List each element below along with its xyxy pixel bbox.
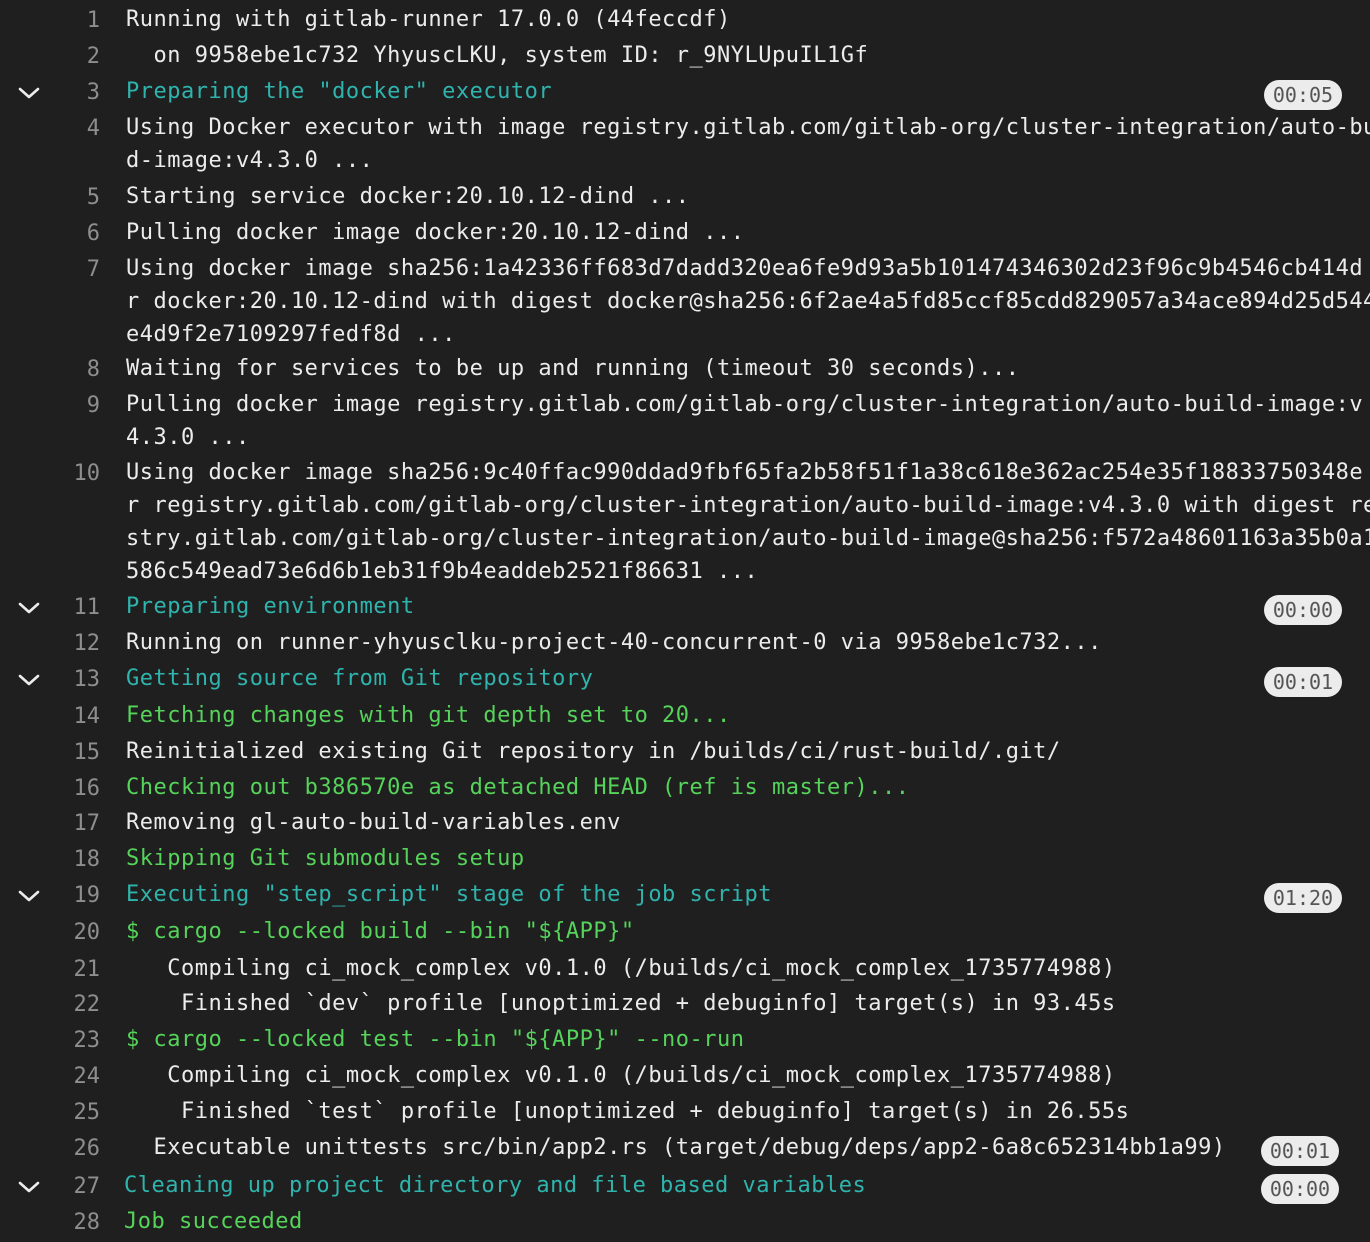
chevron-down-icon[interactable] bbox=[17, 1175, 41, 1199]
log-text: Compiling ci_mock_complex v0.1.0 (/build… bbox=[126, 956, 1116, 981]
duration-badge: 01:20 bbox=[1264, 883, 1342, 913]
chevron-down-icon[interactable] bbox=[17, 81, 41, 105]
line-number[interactable]: 11 bbox=[56, 596, 101, 620]
section-title: Preparing the "docker" executor bbox=[126, 79, 553, 104]
log-line: 4 Using Docker executor with image regist… bbox=[0, 111, 1370, 173]
log-text: Compiling ci_mock_complex v0.1.0 (/build… bbox=[126, 1063, 1116, 1088]
log-text: Reinitialized existing Git repository in… bbox=[126, 739, 1061, 764]
log-text: $ cargo --locked test --bin "${APP}" --n… bbox=[126, 1027, 745, 1052]
chevron-down-icon[interactable] bbox=[17, 884, 41, 908]
line-number[interactable]: 25 bbox=[56, 1101, 101, 1125]
line-number[interactable]: 22 bbox=[56, 993, 101, 1017]
log-text: Job succeeded bbox=[124, 1209, 303, 1234]
duration-badge: 00:01 bbox=[1261, 1136, 1339, 1166]
log-line: 20 $ cargo --locked build --bin "${APP}" bbox=[0, 915, 1370, 951]
duration-badge: 00:00 bbox=[1261, 1174, 1339, 1204]
log-section-header[interactable]: 13 Getting source from Git repository 00:0… bbox=[0, 662, 1370, 698]
log-section-header[interactable]: 19 Executing "step_script" stage of the j… bbox=[0, 878, 1370, 914]
line-number[interactable]: 5 bbox=[56, 186, 100, 210]
log-line: 25 Finished `test` profile [unoptimized … bbox=[0, 1095, 1370, 1131]
line-number[interactable]: 23 bbox=[56, 1029, 101, 1053]
log-section-header[interactable]: 11 Preparing environment 00:00 bbox=[0, 590, 1370, 626]
line-number[interactable]: 2 bbox=[56, 45, 100, 69]
line-number[interactable]: 19 bbox=[56, 884, 101, 908]
line-number[interactable]: 24 bbox=[56, 1065, 101, 1089]
job-log: 1 Running with gitlab-runner 17.0.0 (44fe… bbox=[0, 0, 1370, 1242]
log-line: 21 Compiling ci_mock_complex v0.1.0 (/bu… bbox=[0, 952, 1370, 988]
log-text: Skipping Git submodules setup bbox=[126, 846, 525, 871]
log-section-header[interactable]: 3 Preparing the "docker" executor 00:05 bbox=[0, 75, 1370, 111]
line-number[interactable]: 12 bbox=[56, 632, 101, 656]
line-number[interactable]: 17 bbox=[56, 812, 101, 836]
line-number[interactable]: 4 bbox=[56, 117, 100, 141]
log-text: Using Docker executor with image registr… bbox=[126, 115, 1370, 173]
chevron-down-icon[interactable] bbox=[17, 596, 41, 620]
line-number[interactable]: 8 bbox=[56, 358, 100, 382]
log-line: 15 Reinitialized existing Git repository … bbox=[0, 735, 1370, 771]
log-text: Waiting for services to be up and runnin… bbox=[126, 356, 1020, 381]
log-text: Running on runner-yhyusclku-project-40-c… bbox=[126, 630, 1102, 655]
log-line: 10 Using docker image sha256:9c40ffac990d… bbox=[0, 456, 1370, 584]
log-text: Starting service docker:20.10.12-dind ..… bbox=[126, 184, 690, 209]
log-line: 6 Pulling docker image docker:20.10.12-di… bbox=[0, 216, 1370, 252]
log-text: Using docker image sha256:1a42336ff683d7… bbox=[126, 256, 1370, 347]
line-number[interactable]: 1 bbox=[56, 9, 100, 33]
log-line: 12 Running on runner-yhyusclku-project-40… bbox=[0, 626, 1370, 662]
log-line: 14 Fetching changes with git depth set to… bbox=[0, 699, 1370, 735]
line-number[interactable]: 18 bbox=[56, 848, 101, 872]
log-line: 28 Job succeeded bbox=[0, 1205, 1370, 1241]
log-line: 23 $ cargo --locked test --bin "${APP}" -… bbox=[0, 1023, 1370, 1059]
line-number[interactable]: 9 bbox=[56, 394, 100, 418]
log-line: 5 Starting service docker:20.10.12-dind .… bbox=[0, 180, 1370, 216]
log-text: Running with gitlab-runner 17.0.0 (44fec… bbox=[126, 7, 731, 32]
log-line: 26 Executable unittests src/bin/app2.rs … bbox=[0, 1131, 1370, 1167]
log-text: $ cargo --locked build --bin "${APP}" bbox=[126, 919, 635, 944]
log-line: 2 on 9958ebe1c732 YhyuscLKU, system ID: … bbox=[0, 39, 1370, 75]
log-section-header[interactable]: 27 Cleaning up project directory and file… bbox=[0, 1169, 1370, 1205]
log-text: Pulling docker image docker:20.10.12-din… bbox=[126, 220, 745, 245]
line-number[interactable]: 6 bbox=[56, 222, 100, 246]
log-text: Finished `dev` profile [unoptimized + de… bbox=[126, 991, 1116, 1016]
log-line: 16 Checking out b386570e as detached HEAD… bbox=[0, 771, 1370, 807]
log-text: Executable unittests src/bin/app2.rs (ta… bbox=[126, 1135, 1226, 1160]
log-text: Pulling docker image registry.gitlab.com… bbox=[126, 392, 1364, 450]
log-line: 1 Running with gitlab-runner 17.0.0 (44fe… bbox=[0, 3, 1370, 39]
line-number[interactable]: 28 bbox=[56, 1211, 101, 1235]
section-title: Getting source from Git repository bbox=[126, 666, 594, 691]
log-line: 24 Compiling ci_mock_complex v0.1.0 (/bu… bbox=[0, 1059, 1370, 1095]
line-number[interactable]: 10 bbox=[56, 462, 101, 486]
log-line: 22 Finished `dev` profile [unoptimized +… bbox=[0, 987, 1370, 1023]
line-number[interactable]: 14 bbox=[56, 705, 101, 729]
section-title: Executing "step_script" stage of the job… bbox=[126, 882, 773, 907]
section-title: Cleaning up project directory and file b… bbox=[124, 1173, 867, 1198]
line-number[interactable]: 15 bbox=[56, 741, 101, 765]
line-number[interactable]: 3 bbox=[56, 81, 100, 105]
log-text: Using docker image sha256:9c40ffac990dda… bbox=[126, 460, 1370, 584]
log-line: 8 Waiting for services to be up and runni… bbox=[0, 352, 1370, 388]
log-text: Checking out b386570e as detached HEAD (… bbox=[126, 775, 910, 800]
duration-badge: 00:00 bbox=[1264, 595, 1342, 625]
line-number[interactable]: 21 bbox=[56, 958, 101, 982]
log-line: 9 Pulling docker image registry.gitlab.co… bbox=[0, 388, 1370, 450]
log-text: on 9958ebe1c732 YhyuscLKU, system ID: r_… bbox=[126, 43, 869, 68]
log-line: 17 Removing gl-auto-build-variables.env bbox=[0, 806, 1370, 842]
log-line: 7 Using docker image sha256:1a42336ff683d… bbox=[0, 252, 1370, 347]
log-text: Removing gl-auto-build-variables.env bbox=[126, 810, 621, 835]
duration-badge: 00:05 bbox=[1264, 80, 1342, 110]
line-number[interactable]: 27 bbox=[56, 1175, 101, 1199]
log-text: Finished `test` profile [unoptimized + d… bbox=[126, 1099, 1130, 1124]
line-number[interactable]: 13 bbox=[56, 668, 101, 692]
log-text: Fetching changes with git depth set to 2… bbox=[126, 703, 731, 728]
line-number[interactable]: 26 bbox=[56, 1137, 101, 1161]
line-number[interactable]: 7 bbox=[56, 258, 100, 282]
section-title: Preparing environment bbox=[126, 594, 415, 619]
line-number[interactable]: 20 bbox=[56, 921, 101, 945]
chevron-down-icon[interactable] bbox=[17, 668, 41, 692]
log-line: 18 Skipping Git submodules setup bbox=[0, 842, 1370, 878]
duration-badge: 00:01 bbox=[1264, 667, 1342, 697]
line-number[interactable]: 16 bbox=[56, 777, 101, 801]
